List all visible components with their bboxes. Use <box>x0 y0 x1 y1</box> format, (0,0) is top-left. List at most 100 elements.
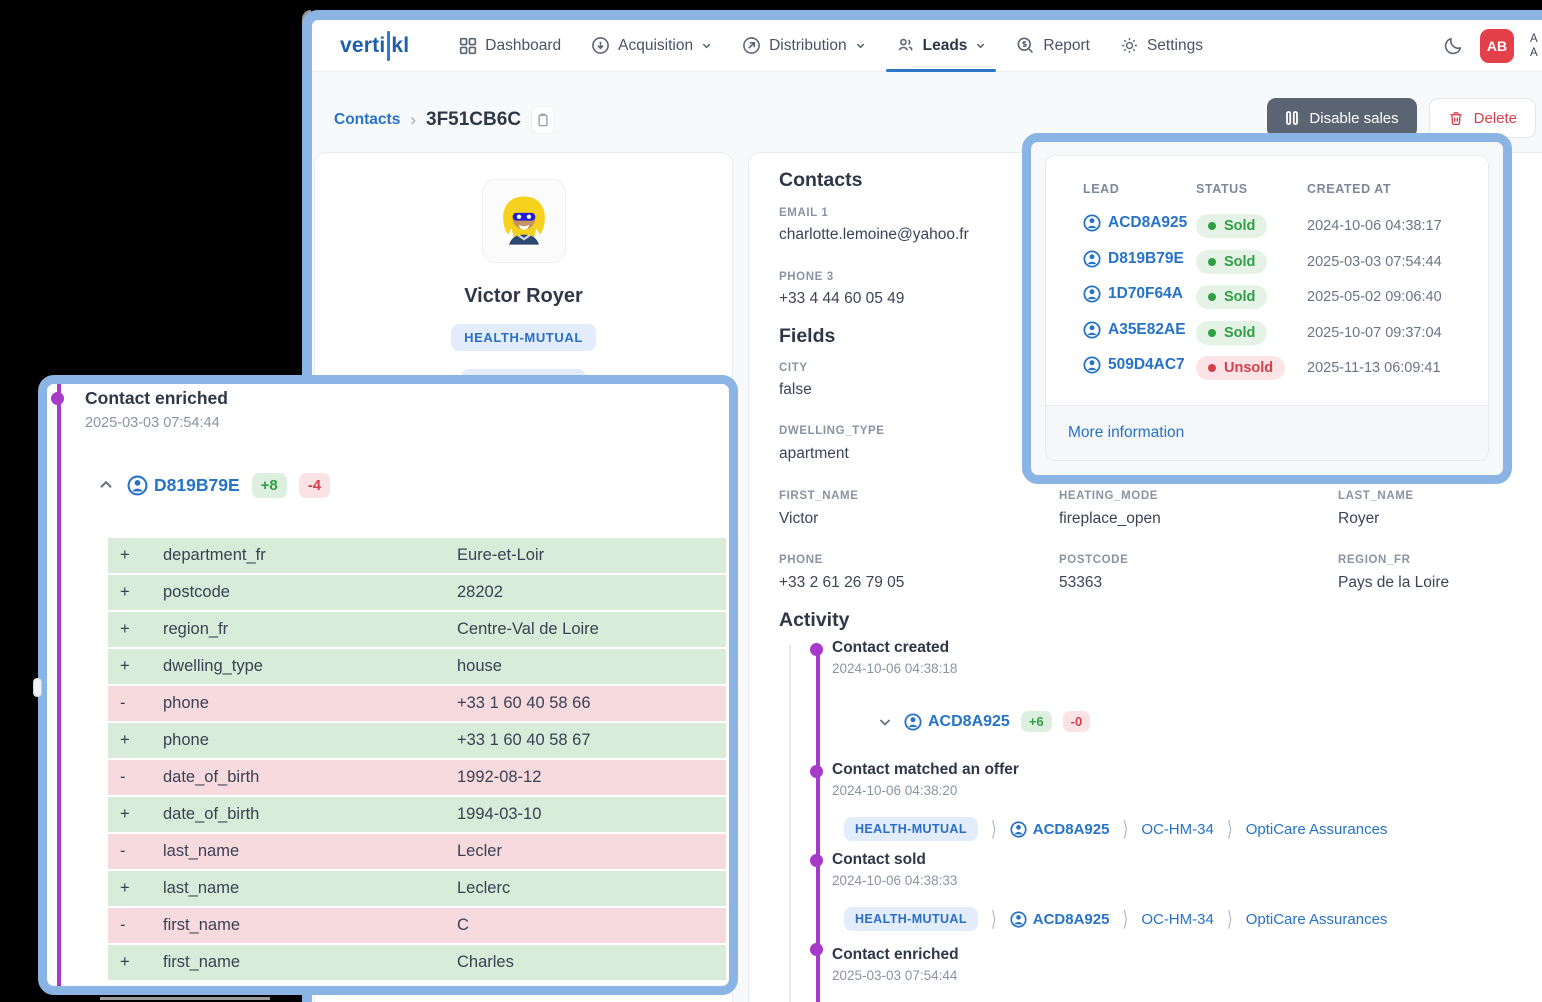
logo-bar-icon <box>387 30 391 61</box>
delete-button[interactable]: Delete <box>1428 98 1536 138</box>
breadcrumb-current-id: 3F51CB6C <box>426 109 522 130</box>
enrichment-diff-overlay-panel: Contact enriched 2025-03-03 07:54:44 D81… <box>33 375 738 995</box>
lead-link[interactable]: ACD8A925 <box>1010 821 1109 838</box>
leads-card-footer: More information <box>1046 406 1488 460</box>
dwelling-type-value: apartment <box>779 445 849 462</box>
lead-link[interactable]: ACD8A925 <box>1083 214 1187 232</box>
event-matched-title: Contact matched an offer <box>832 761 1019 778</box>
nav-item-distribution[interactable]: Distribution <box>742 20 866 72</box>
removed-count-badge: -0 <box>1062 711 1091 732</box>
lead-link[interactable]: 509D4AC7 <box>1083 356 1185 374</box>
panel-edge-handle[interactable] <box>33 678 42 697</box>
status-dot <box>1208 329 1216 337</box>
nav-item-settings[interactable]: Settings <box>1120 20 1203 72</box>
contacts-section-title: Contacts <box>779 169 863 191</box>
activity-section-title: Activity <box>779 609 850 631</box>
page-actions: Disable sales Delete <box>1267 98 1536 138</box>
breadcrumb: Contacts › 3F51CB6C <box>334 100 556 140</box>
breadcrumb-contacts-link[interactable]: Contacts <box>334 111 400 129</box>
event-matched-date: 2024-10-06 04:38:20 <box>832 783 958 798</box>
dashboard-grid-icon <box>459 37 477 55</box>
logo-text-left: verti <box>340 33 386 57</box>
nav-item-acquisition[interactable]: Acquisition <box>591 20 712 72</box>
more-information-link[interactable]: More information <box>1068 424 1184 442</box>
lead-link[interactable]: ACD8A925 <box>1010 911 1109 928</box>
offer-link[interactable]: OC-HM-34 <box>1141 911 1214 928</box>
event-sold-title: Contact sold <box>832 851 926 868</box>
event-contact-created-date: 2024-10-06 04:38:18 <box>832 661 958 676</box>
nav-label: Report <box>1043 36 1090 54</box>
diff-row: + phone +33 1 60 40 58 67 <box>108 723 726 758</box>
chevron-down-icon <box>975 40 986 51</box>
diff-event-date: 2025-03-03 07:54:44 <box>85 415 220 431</box>
logo-text-right: kl <box>391 33 410 57</box>
user-avatar[interactable]: AB <box>1480 28 1514 63</box>
nav-item-leads[interactable]: Leads <box>885 20 997 72</box>
created-at: 2025-11-13 06:09:41 <box>1307 360 1441 376</box>
company-link[interactable]: OptiCare Assurances <box>1246 911 1388 928</box>
chevron-up-icon[interactable] <box>97 476 115 494</box>
table-row: D819B79E Sold 2025-03-03 07:54:44 <box>1046 250 1488 276</box>
report-search-icon <box>1016 36 1035 55</box>
created-at: 2024-10-06 04:38:17 <box>1307 218 1442 234</box>
nav-item-dashboard[interactable]: Dashboard <box>459 20 561 72</box>
diff-row: - date_of_birth 1992-08-12 <box>108 760 726 795</box>
region-fr-value: Pays de la Loire <box>1338 574 1450 591</box>
company-link[interactable]: OptiCare Assurances <box>1246 821 1388 838</box>
email1-label: EMAIL 1 <box>779 207 829 219</box>
diff-row: - phone +33 1 60 40 58 66 <box>108 686 726 721</box>
lead-link[interactable]: ACD8A925 <box>904 713 1010 731</box>
lead-link[interactable]: A35E82AE <box>1083 321 1186 339</box>
person-circle-icon <box>904 712 922 731</box>
nav-label: Dashboard <box>485 36 562 54</box>
nav-label: Leads <box>922 36 968 54</box>
event-sold-date: 2024-10-06 04:38:33 <box>832 873 958 888</box>
diff-row: + postcode 28202 <box>108 575 726 610</box>
table-row: 1D70F64A Sold 2025-05-02 09:06:40 <box>1046 285 1488 311</box>
person-circle-icon <box>1083 250 1101 268</box>
region-fr-label: REGION_FR <box>1338 554 1411 566</box>
disable-sales-button[interactable]: Disable sales <box>1267 98 1417 138</box>
vertical-tag[interactable]: HEALTH-MUTUAL <box>844 817 978 841</box>
event-contact-created-title: Contact created <box>832 639 950 656</box>
vertical-tag-health-mutual[interactable]: HEALTH-MUTUAL <box>451 324 596 351</box>
diff-row: + first_name Charles <box>108 945 726 980</box>
nav-menu: Dashboard Acquisition Distribution Leads <box>459 20 1203 72</box>
offer-trail: HEALTH-MUTUAL ⟩ ACD8A925 ⟩ OC-HM-34 ⟩ Op… <box>844 907 1388 932</box>
nav-item-report[interactable]: Report <box>1016 20 1090 72</box>
lead-changes-expand-row[interactable]: ACD8A925 +6 -0 <box>877 711 1091 732</box>
status-badge: Sold <box>1196 285 1268 309</box>
postcode-label: POSTCODE <box>1059 554 1129 566</box>
diff-row: + department_fr Eure-et-Loir <box>108 538 726 573</box>
contact-avatar <box>481 179 566 263</box>
offer-link[interactable]: OC-HM-34 <box>1141 821 1214 838</box>
navbar: verti kl Dashboard Acquisition Distribut… <box>312 20 1542 72</box>
lead-link[interactable]: D819B79E <box>127 475 240 496</box>
diff-event-title: Contact enriched <box>85 388 228 408</box>
user-name-clipped: A A <box>1530 32 1538 59</box>
acquisition-circle-arrow-icon <box>591 36 610 55</box>
lead-link[interactable]: D819B79E <box>1083 250 1184 268</box>
last-name-label: LAST_NAME <box>1338 490 1414 502</box>
diff-row: - last_name Lecler <box>108 834 726 869</box>
chevron-down-icon[interactable] <box>877 714 893 730</box>
vertikl-logo[interactable]: verti kl <box>340 30 410 61</box>
lead-link[interactable]: 1D70F64A <box>1083 285 1183 303</box>
timeline-rail <box>789 645 791 1002</box>
person-circle-icon <box>1083 321 1101 339</box>
heating-mode-value: fireplace_open <box>1059 510 1161 527</box>
person-circle-icon <box>127 475 148 495</box>
created-at: 2025-10-07 09:37:04 <box>1307 325 1442 341</box>
dark-mode-moon-icon[interactable] <box>1443 35 1464 56</box>
lead-changes-expand-row[interactable]: D819B79E +8 -4 <box>97 470 331 500</box>
first-name-label: FIRST_NAME <box>779 490 859 502</box>
vertical-tag[interactable]: HEALTH-MUTUAL <box>844 907 978 931</box>
table-row: 509D4AC7 Unsold 2025-11-13 06:09:41 <box>1046 356 1488 382</box>
table-row: ACD8A925 Sold 2024-10-06 04:38:17 <box>1046 214 1488 240</box>
column-header-status: STATUS <box>1196 182 1248 196</box>
event-enriched-date: 2025-03-03 07:54:44 <box>832 968 958 983</box>
person-circle-icon <box>1083 214 1101 232</box>
table-row: A35E82AE Sold 2025-10-07 09:37:04 <box>1046 321 1488 347</box>
copy-id-button[interactable] <box>531 106 556 134</box>
nav-right-cluster: AB A A <box>1443 28 1538 63</box>
